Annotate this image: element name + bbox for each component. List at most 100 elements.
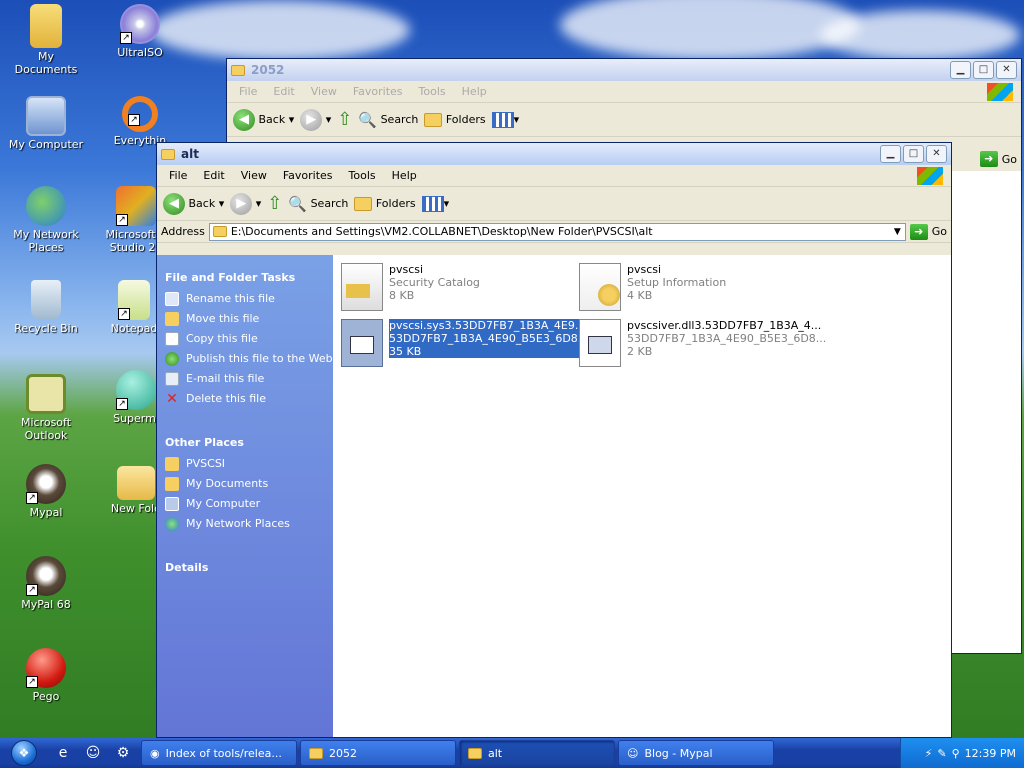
minimize-button[interactable]: ▁ xyxy=(880,145,901,163)
email-file-link[interactable]: E-mail this file xyxy=(165,372,333,386)
desktop-icon-everything[interactable]: ↗ Everythin xyxy=(100,96,180,147)
file-item[interactable]: pvscsi Security Catalog 8 KB xyxy=(341,263,480,311)
views-button[interactable]: ▾ xyxy=(491,111,519,128)
menu-edit[interactable]: Edit xyxy=(195,169,232,182)
start-button[interactable]: ❖ xyxy=(0,738,48,768)
details-heading[interactable]: Details xyxy=(165,561,333,574)
shortcut-arrow-icon: ↗ xyxy=(26,492,38,504)
menu-favorites[interactable]: Favorites xyxy=(345,85,411,98)
desktop-icon-mypal-68[interactable]: ↗ MyPal 68 xyxy=(6,556,86,611)
close-button[interactable]: ✕ xyxy=(996,61,1017,79)
desktop-icon-outlook[interactable]: Microsoft Outlook xyxy=(6,374,86,442)
menu-view[interactable]: View xyxy=(303,85,345,98)
search-button[interactable]: 🔍 Search xyxy=(288,195,348,213)
file-size: 4 KB xyxy=(627,289,653,302)
maximize-button[interactable]: □ xyxy=(973,61,994,79)
forward-arrow-icon: ▶ xyxy=(230,192,253,215)
window-titlebar[interactable]: alt ▁ □ ✕ xyxy=(157,143,951,165)
maximize-button[interactable]: □ xyxy=(903,145,924,163)
menu-favorites[interactable]: Favorites xyxy=(275,169,341,182)
desktop-icon-label: Notepad xyxy=(110,322,158,335)
place-label: My Computer xyxy=(186,497,261,510)
minimize-button[interactable]: ▁ xyxy=(950,61,971,79)
mypal-quicklaunch-icon[interactable]: ☺ xyxy=(82,743,104,763)
menu-edit[interactable]: Edit xyxy=(265,85,302,98)
desktop-icon-my-documents[interactable]: My Documents xyxy=(6,4,86,76)
forward-button[interactable]: ▶ ▾ xyxy=(300,108,331,131)
file-size: 8 KB xyxy=(389,289,415,302)
desktop-icon-my-computer[interactable]: My Computer xyxy=(6,96,86,151)
folder-icon xyxy=(212,226,227,237)
menu-file[interactable]: File xyxy=(231,85,265,98)
desktop-icon-pego[interactable]: ↗ Pego xyxy=(6,648,86,703)
up-button[interactable]: ⇧ xyxy=(267,193,282,214)
publish-file-link[interactable]: Publish this file to the Web xyxy=(165,352,333,366)
back-label: Back xyxy=(188,197,216,210)
file-item[interactable]: pvscsi Setup Information 4 KB xyxy=(579,263,726,311)
go-button[interactable]: ➜ Go xyxy=(909,223,947,240)
desktop-icon-recycle-bin[interactable]: Recycle Bin xyxy=(6,280,86,335)
folder-icon xyxy=(161,148,175,160)
file-item[interactable]: pvscsiver.dll3.53DD7FB7_1B3A_4... 53DD7FB… xyxy=(579,319,826,367)
window-title: alt xyxy=(181,147,199,161)
desktop-icon-label: Pego xyxy=(32,690,60,703)
file-folder-tasks-heading[interactable]: File and Folder Tasks xyxy=(165,271,333,284)
place-label: PVSCSI xyxy=(186,457,226,470)
chevron-down-icon[interactable]: ▼ xyxy=(890,227,905,237)
security-catalog-icon xyxy=(341,263,383,311)
back-window-titlebar[interactable]: 2052 ▁ □ ✕ xyxy=(227,59,1021,81)
move-file-link[interactable]: Move this file xyxy=(165,312,333,326)
place-my-computer[interactable]: My Computer xyxy=(165,497,333,511)
place-my-documents[interactable]: My Documents xyxy=(165,477,333,491)
clock[interactable]: 12:39 PM xyxy=(965,747,1016,760)
file-item-selected[interactable]: pvscsi.sys3.53DD7FB7_1B3A_4E9... 53DD7FB7… xyxy=(341,319,589,367)
menu-help[interactable]: Help xyxy=(384,169,425,182)
settings-quicklaunch-icon[interactable]: ⚙ xyxy=(112,743,134,763)
place-my-network-places[interactable]: My Network Places xyxy=(165,517,333,531)
internet-explorer-icon[interactable]: e xyxy=(52,743,74,763)
views-button[interactable]: ▾ xyxy=(421,195,449,212)
up-button[interactable]: ⇧ xyxy=(337,109,352,130)
desktop-icon-ultraiso[interactable]: ↗ UltraISO xyxy=(100,4,180,59)
desktop-icon-network-places[interactable]: My Network Places xyxy=(6,186,86,254)
search-button[interactable]: 🔍 Search xyxy=(358,111,418,129)
file-type: 53DD7FB7_1B3A_4E90_B5E3_6D8... xyxy=(389,332,589,345)
up-folder-icon: ⇧ xyxy=(337,109,353,130)
menu-view[interactable]: View xyxy=(233,169,275,182)
everything-icon: ↗ xyxy=(122,96,158,132)
search-tray-icon[interactable]: ⚲ xyxy=(952,747,960,760)
forward-button[interactable]: ▶ ▾ xyxy=(230,192,261,215)
back-button[interactable]: ◀ Back ▾ xyxy=(163,192,224,215)
menu-file[interactable]: File xyxy=(161,169,195,182)
copy-file-link[interactable]: Copy this file xyxy=(165,332,333,346)
rename-file-link[interactable]: Rename this file xyxy=(165,292,333,306)
up-folder-icon: ⇧ xyxy=(267,193,283,214)
taskbar-task-2052[interactable]: 2052 xyxy=(300,740,456,766)
menu-help[interactable]: Help xyxy=(454,85,495,98)
tools-tray-icon[interactable]: ✎ xyxy=(937,747,946,760)
delete-icon: ✕ xyxy=(166,391,178,407)
folders-button[interactable]: Folders xyxy=(354,196,416,211)
folders-button[interactable]: Folders xyxy=(424,112,486,127)
other-places-heading[interactable]: Other Places xyxy=(165,436,333,449)
taskbar-task-blog[interactable]: ☺ Blog - Mypal xyxy=(618,740,774,766)
explorer-window[interactable]: alt ▁ □ ✕ File Edit View Favorites Tools… xyxy=(156,142,952,738)
network-tray-icon[interactable]: ⚡ xyxy=(925,747,933,760)
menu-tools[interactable]: Tools xyxy=(411,85,454,98)
taskbar-task-browser[interactable]: ◉ Index of tools/relea... xyxy=(141,740,297,766)
folder-icon xyxy=(309,747,323,759)
desktop-icon-mypal[interactable]: ↗ Mypal xyxy=(6,464,86,519)
back-go-button[interactable]: ➜ Go xyxy=(979,151,1017,167)
views-icon xyxy=(421,195,444,212)
menu-tools[interactable]: Tools xyxy=(341,169,384,182)
back-button[interactable]: ◀ Back ▾ xyxy=(233,108,294,131)
address-input[interactable]: E:\Documents and Settings\VM2.COLLABNET\… xyxy=(208,222,906,241)
place-pvscsi[interactable]: PVSCSI xyxy=(165,457,333,471)
my-documents-icon xyxy=(30,4,62,48)
delete-file-link[interactable]: ✕ Delete this file xyxy=(165,392,333,406)
task-label: 2052 xyxy=(329,746,357,760)
notepad-icon: ↗ xyxy=(118,280,150,320)
close-button[interactable]: ✕ xyxy=(926,145,947,163)
taskbar-task-alt[interactable]: alt xyxy=(459,740,615,766)
network-places-icon xyxy=(165,517,179,531)
